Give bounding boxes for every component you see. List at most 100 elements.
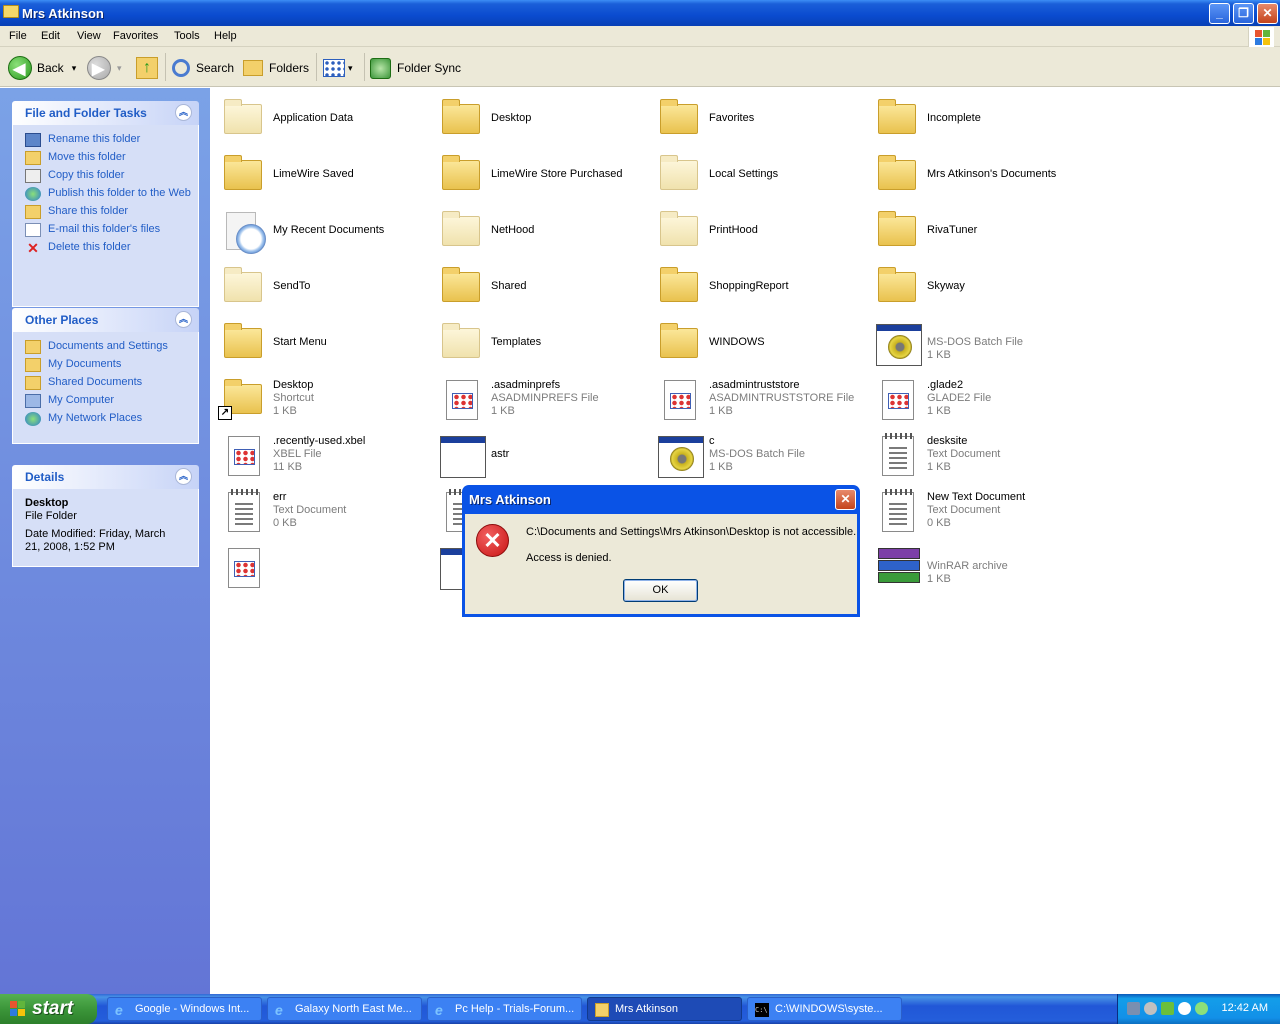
file-item[interactable]: WinRAR archive 1 KB	[870, 538, 1085, 592]
place-documents-and-settings[interactable]: Documents and Settings	[25, 340, 198, 354]
file-item[interactable]: Local Settings	[652, 146, 867, 200]
ok-button[interactable]: OK	[623, 579, 698, 602]
panel-header[interactable]: File and Folder Tasks ︽	[12, 101, 199, 125]
messenger-tray-icon[interactable]	[1195, 1002, 1208, 1015]
folder-icon	[876, 210, 920, 250]
task-share-folder[interactable]: Share this folder	[25, 205, 198, 219]
collapse-icon[interactable]: ︽	[175, 468, 192, 485]
task-label: Move this folder	[48, 151, 126, 163]
menu-edit[interactable]: Edit	[41, 30, 60, 42]
task-publish-folder[interactable]: Publish this folder to the Web	[25, 187, 198, 201]
folder-icon	[222, 98, 266, 138]
dialog-detail: Access is denied.	[526, 552, 612, 564]
file-item[interactable]: ShoppingReport	[652, 258, 867, 312]
place-my-documents[interactable]: My Documents	[25, 358, 198, 372]
file-item[interactable]: astr	[434, 426, 649, 480]
file-item[interactable]: NetHood	[434, 202, 649, 256]
file-item[interactable]: .asadmintruststore ASADMINTRUSTSTORE File…	[652, 370, 867, 424]
forward-dropdown-icon[interactable]: ▾	[117, 63, 122, 74]
file-item[interactable]: Skyway	[870, 258, 1085, 312]
menu-tools[interactable]: Tools	[174, 30, 200, 42]
security-tray-icon[interactable]	[1161, 1002, 1174, 1015]
menu-favorites[interactable]: Favorites	[113, 30, 158, 42]
file-item[interactable]: Desktop	[434, 90, 649, 144]
file-item[interactable]: Templates	[434, 314, 649, 368]
file-item[interactable]: RivaTuner	[870, 202, 1085, 256]
file-label: New Text Document Text Document 0 KB	[927, 491, 1025, 530]
file-label: err Text Document 0 KB	[273, 491, 346, 530]
file-size: 1 KB	[927, 573, 951, 585]
search-tray-icon[interactable]	[1178, 1002, 1191, 1015]
panel-header[interactable]: Other Places ︽	[12, 308, 199, 332]
title-bar[interactable]: Mrs Atkinson _ ❐ ✕	[0, 0, 1280, 26]
file-item[interactable]: ↗ Desktop Shortcut 1 KB	[216, 370, 431, 424]
file-item[interactable]: .asadminprefs ASADMINPREFS File 1 KB	[434, 370, 649, 424]
file-item[interactable]: MS-DOS Batch File 1 KB	[870, 314, 1085, 368]
dialog-title: Mrs Atkinson	[469, 492, 551, 507]
file-item[interactable]: err Text Document 0 KB	[216, 482, 431, 536]
task-delete-folder[interactable]: ✕ Delete this folder	[25, 241, 198, 255]
file-item[interactable]: Application Data	[216, 90, 431, 144]
back-dropdown-icon[interactable]: ▾	[72, 63, 77, 74]
collapse-icon[interactable]: ︽	[175, 104, 192, 121]
file-item[interactable]: Start Menu	[216, 314, 431, 368]
forward-button[interactable]: ▶ ▾	[87, 55, 122, 81]
file-item[interactable]: desksite Text Document 1 KB	[870, 426, 1085, 480]
place-my-network-places[interactable]: My Network Places	[25, 412, 198, 426]
task-move-folder[interactable]: Move this folder	[25, 151, 198, 165]
volume-tray-icon[interactable]	[1144, 1002, 1157, 1015]
file-item[interactable]: SendTo	[216, 258, 431, 312]
file-name: Application Data	[273, 112, 354, 124]
minimize-button[interactable]: _	[1209, 3, 1230, 24]
taskbar-button[interactable]: e Galaxy North East Me...	[267, 997, 422, 1021]
file-type: MS-DOS Batch File	[709, 448, 805, 460]
file-label: ShoppingReport	[709, 280, 789, 293]
toolbar-separator	[316, 53, 317, 81]
place-my-computer[interactable]: My Computer	[25, 394, 198, 408]
taskbar-button[interactable]: Mrs Atkinson	[587, 997, 742, 1021]
back-button[interactable]: ◀ Back ▾	[8, 55, 76, 81]
taskbar-button[interactable]: e Pc Help - Trials-Forum...	[427, 997, 582, 1021]
file-item[interactable]: WINDOWS	[652, 314, 867, 368]
file-item[interactable]: PrintHood	[652, 202, 867, 256]
start-button[interactable]: start	[0, 994, 97, 1024]
file-item[interactable]: My Recent Documents	[216, 202, 431, 256]
panel-header[interactable]: Details ︽	[12, 465, 199, 489]
views-button[interactable]: ▾	[323, 55, 353, 81]
taskbar-button[interactable]: e Google - Windows Int...	[107, 997, 262, 1021]
menu-file[interactable]: File	[9, 30, 27, 42]
task-email-files[interactable]: E-mail this folder's files	[25, 223, 198, 237]
folders-button[interactable]: Folders	[243, 55, 309, 81]
folder-icon	[658, 98, 702, 138]
system-tray: 12:42 AM	[1117, 994, 1280, 1024]
restore-button[interactable]: ❐	[1233, 3, 1254, 24]
file-item[interactable]: .recently-used.xbel XBEL File 11 KB	[216, 426, 431, 480]
up-folder-button[interactable]: ↑	[136, 55, 158, 81]
taskbar-button[interactable]: C:\ C:\WINDOWS\syste...	[747, 997, 902, 1021]
task-copy-folder[interactable]: Copy this folder	[25, 169, 198, 183]
place-label: My Documents	[48, 358, 122, 370]
menu-help[interactable]: Help	[214, 30, 237, 42]
shortcut-arrow-icon: ↗	[218, 406, 232, 420]
menu-view[interactable]: View	[77, 30, 101, 42]
file-item[interactable]: Incomplete	[870, 90, 1085, 144]
collapse-icon[interactable]: ︽	[175, 311, 192, 328]
dialog-close-button[interactable]: ✕	[835, 489, 856, 510]
place-label: My Computer	[48, 394, 115, 406]
file-item[interactable]: Favorites	[652, 90, 867, 144]
file-item[interactable]: .glade2 GLADE2 File 1 KB	[870, 370, 1085, 424]
file-item[interactable]: LimeWire Saved	[216, 146, 431, 200]
network-tray-icon[interactable]	[1127, 1002, 1140, 1015]
file-item[interactable]: LimeWire Store Purchased	[434, 146, 649, 200]
file-item[interactable]: Mrs Atkinson's Documents	[870, 146, 1085, 200]
search-button[interactable]: Search	[172, 55, 234, 81]
folder-sync-button[interactable]: Folder Sync	[370, 55, 461, 81]
file-item[interactable]: New Text Document Text Document 0 KB	[870, 482, 1085, 536]
close-button[interactable]: ✕	[1257, 3, 1278, 24]
task-rename-folder[interactable]: Rename this folder	[25, 133, 198, 147]
file-item[interactable]: Shared	[434, 258, 649, 312]
text-document-icon	[876, 489, 920, 532]
file-item[interactable]	[216, 538, 431, 592]
file-item[interactable]: c MS-DOS Batch File 1 KB	[652, 426, 867, 480]
place-shared-documents[interactable]: Shared Documents	[25, 376, 198, 390]
